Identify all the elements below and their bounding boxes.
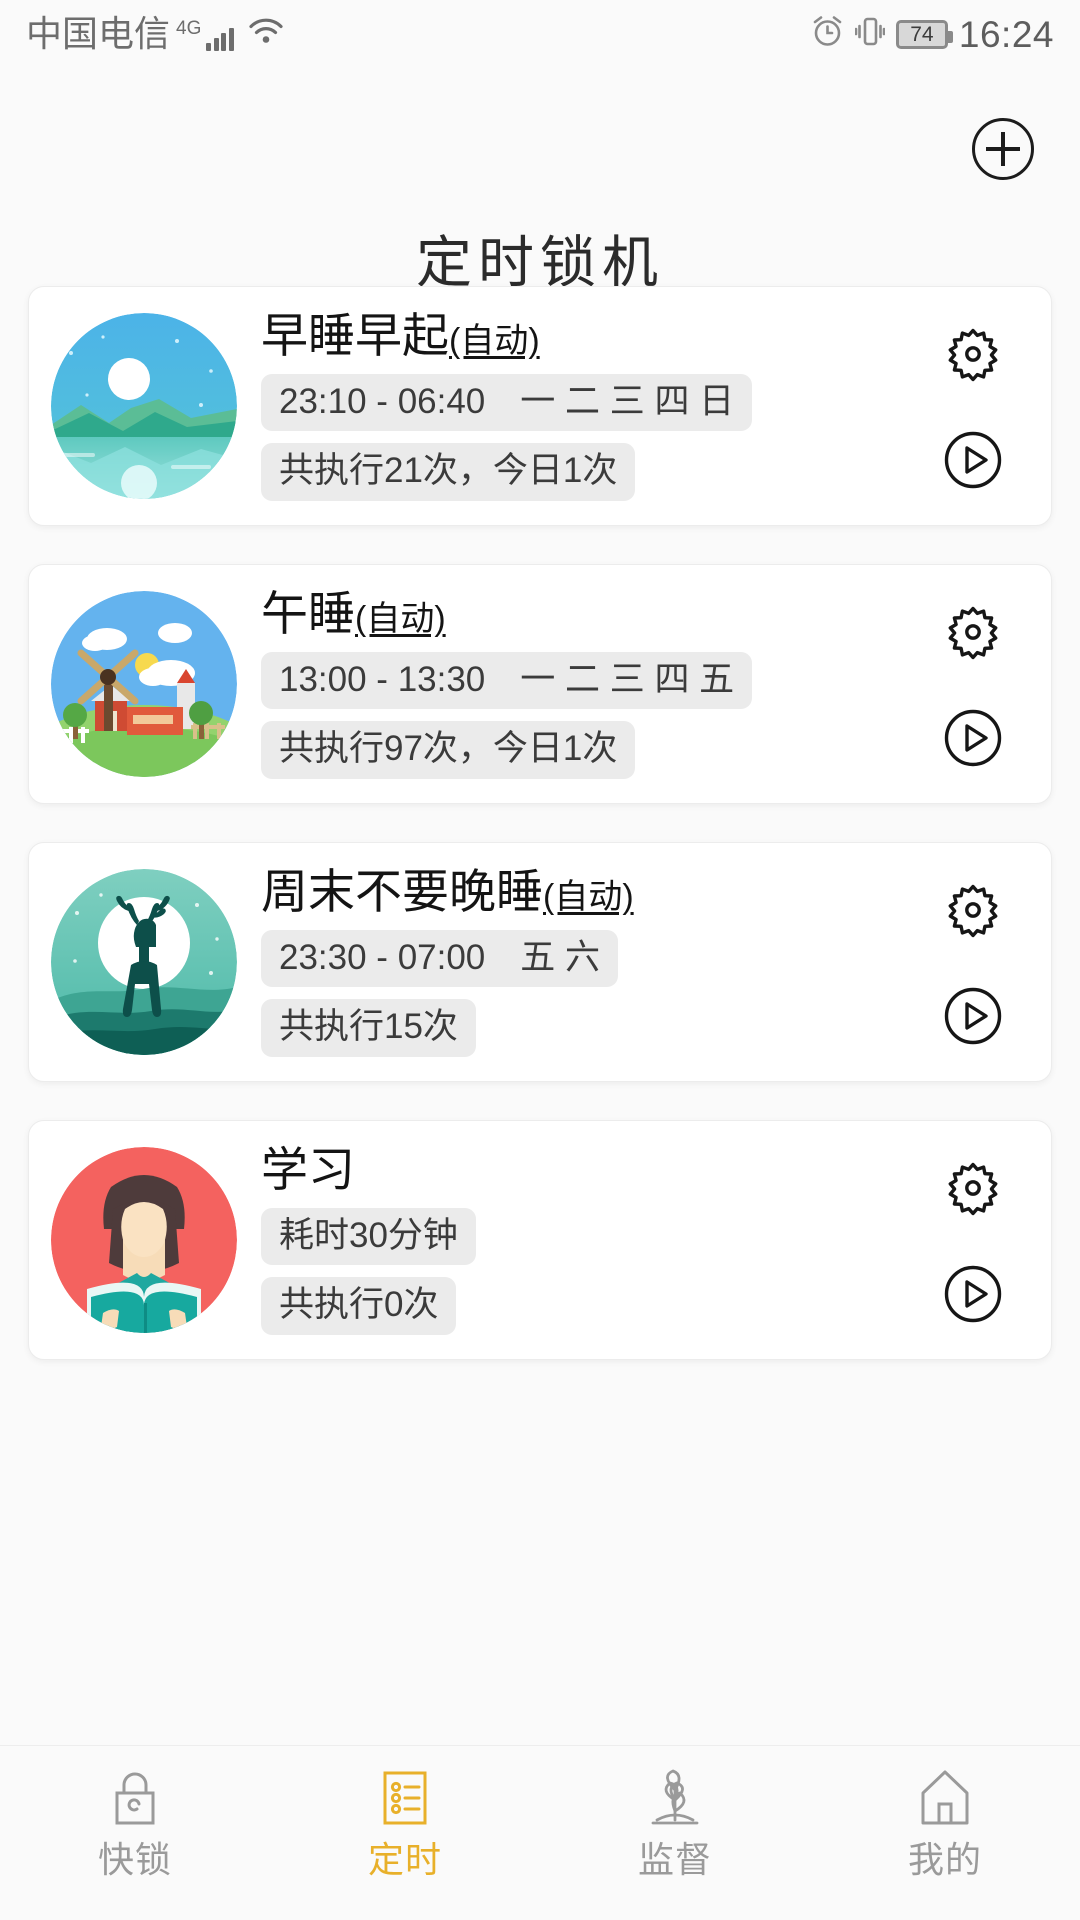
gear-icon[interactable] (942, 879, 1004, 941)
task-schedule: 耗时30分钟 (261, 1208, 476, 1266)
gear-icon[interactable] (942, 601, 1004, 663)
vibrate-icon (854, 15, 886, 53)
task-name: 午睡 (261, 587, 355, 641)
task-card[interactable]: 早睡早起(自动) 23:10 - 06:40 一 二 三 四 日 共执行21次，… (28, 286, 1052, 526)
task-stats: 共执行0次 (261, 1277, 457, 1335)
task-stats: 共执行15次 (261, 999, 476, 1057)
task-info: 学习 耗时30分钟 共执行0次 (261, 1143, 917, 1335)
task-actions (917, 869, 1029, 1055)
task-name: 学习 (261, 1143, 355, 1197)
task-list: 早睡早起(自动) 23:10 - 06:40 一 二 三 四 日 共执行21次，… (28, 286, 1052, 1398)
house-icon (913, 1766, 977, 1830)
signal-bars-icon (206, 25, 234, 51)
windmill-farm-image (51, 591, 237, 777)
task-title: 周末不要晚睡(自动) (261, 865, 917, 919)
clock: 16:24 (958, 13, 1054, 55)
play-circle-icon[interactable] (942, 985, 1004, 1047)
task-actions (917, 313, 1029, 499)
sprout-icon (643, 1766, 707, 1830)
bottom-navigation: 快锁 定时 监督 我的 (0, 1745, 1080, 1920)
app-screen: 中国电信 4G 74 16:24 定时锁机 早睡早起(自动) 23:10 - 0… (0, 0, 1080, 1920)
tab-quick-lock[interactable]: 快锁 (0, 1766, 270, 1878)
status-bar-right: 74 16:24 (811, 15, 1054, 53)
tab-label: 我的 (907, 1839, 982, 1880)
carrier-label: 中国电信 (26, 13, 171, 54)
status-bar-left: 中国电信 4G (26, 16, 284, 52)
gear-icon[interactable] (942, 323, 1004, 385)
task-info: 周末不要晚睡(自动) 23:30 - 07:00 五 六 共执行15次 (261, 865, 917, 1057)
play-circle-icon[interactable] (942, 429, 1004, 491)
gear-icon[interactable] (942, 1157, 1004, 1219)
task-actions (917, 591, 1029, 777)
battery-indicator: 74 (895, 19, 953, 49)
task-schedule: 23:30 - 07:00 五 六 (261, 930, 618, 988)
tab-timer[interactable]: 定时 (270, 1766, 540, 1878)
task-name: 早睡早起 (261, 309, 449, 363)
task-info: 午睡(自动) 13:00 - 13:30 一 二 三 四 五 共执行97次，今日… (261, 587, 917, 779)
battery-level: 74 (910, 22, 934, 46)
play-circle-icon[interactable] (942, 1263, 1004, 1325)
task-auto-tag: (自动) (355, 600, 446, 639)
task-card[interactable]: 午睡(自动) 13:00 - 13:30 一 二 三 四 五 共执行97次，今日… (28, 564, 1052, 804)
task-stats: 共执行21次，今日1次 (261, 443, 636, 501)
network-type-label: 4G (176, 18, 202, 39)
task-actions (917, 1147, 1029, 1333)
play-circle-icon[interactable] (942, 707, 1004, 769)
task-schedule: 13:00 - 13:30 一 二 三 四 五 (261, 652, 753, 710)
task-auto-tag: (自动) (449, 322, 540, 361)
task-card[interactable]: 学习 耗时30分钟 共执行0次 (28, 1120, 1052, 1360)
moon-lake-landscape-image (51, 313, 237, 499)
lock-icon (103, 1766, 167, 1830)
task-schedule: 23:10 - 06:40 一 二 三 四 日 (261, 374, 753, 432)
tab-label: 监督 (637, 1839, 712, 1880)
status-bar: 中国电信 4G 74 16:24 (0, 0, 1080, 68)
alarm-icon (811, 15, 844, 53)
add-task-button[interactable] (972, 118, 1034, 180)
task-stats: 共执行97次，今日1次 (261, 721, 636, 779)
task-title: 午睡(自动) (261, 587, 917, 641)
checklist-icon (373, 1766, 437, 1830)
task-title: 早睡早起(自动) (261, 309, 917, 363)
tab-label: 快锁 (97, 1839, 172, 1880)
tab-mine[interactable]: 我的 (810, 1766, 1080, 1878)
wifi-icon (248, 17, 284, 50)
tab-label: 定时 (367, 1839, 442, 1880)
deer-moon-image (51, 869, 237, 1055)
girl-reading-book-image (51, 1147, 237, 1333)
task-name: 周末不要晚睡 (261, 865, 543, 919)
task-title: 学习 (261, 1143, 917, 1197)
task-auto-tag: (自动) (543, 878, 634, 917)
task-info: 早睡早起(自动) 23:10 - 06:40 一 二 三 四 日 共执行21次，… (261, 309, 917, 501)
task-card[interactable]: 周末不要晚睡(自动) 23:30 - 07:00 五 六 共执行15次 (28, 842, 1052, 1082)
tab-supervise[interactable]: 监督 (540, 1766, 810, 1878)
